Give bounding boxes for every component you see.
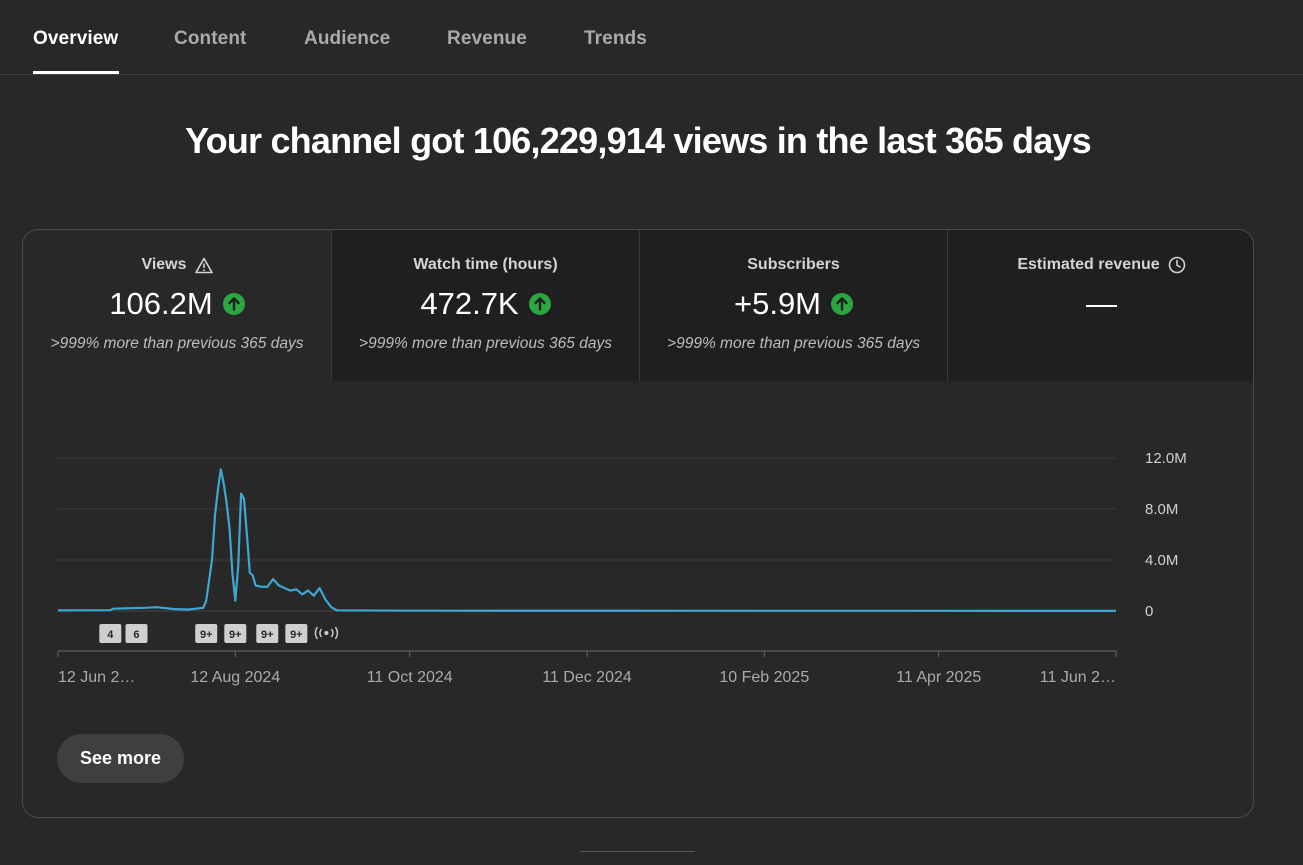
x-tick-label: 11 Dec 2024 <box>542 669 632 686</box>
tab-overview[interactable]: Overview <box>33 28 118 50</box>
metric-subscribers-value: +5.9M <box>733 286 822 321</box>
event-marker-label: 4 <box>107 629 114 641</box>
tab-content[interactable]: Content <box>174 28 246 50</box>
event-marker-label: 9+ <box>290 629 303 641</box>
views-chart[interactable]: 12.0M 8.0M 4.0M 0 12 Jun 2… 12 Aug 2024 11 Oct… <box>23 381 1254 701</box>
event-marker-label: 9+ <box>200 629 213 641</box>
live-icon-wave <box>330 628 334 638</box>
metric-views-comparison: >999% more than previous 365 days <box>50 335 304 352</box>
trend-up-icon <box>222 293 245 315</box>
metric-revenue-value-row: — <box>948 286 1253 322</box>
metric-label-row: Estimated revenue <box>948 256 1253 274</box>
event-marker-label: 9+ <box>261 629 274 641</box>
metric-label-row: Watch time (hours) <box>332 256 639 274</box>
tab-trends[interactable]: Trends <box>584 28 647 50</box>
y-tick-label: 8.0M <box>1145 501 1178 518</box>
metric-watch-time-comparison: >999% more than previous 365 days <box>359 335 612 352</box>
live-icon-wave <box>314 626 319 640</box>
trend-up-icon <box>528 293 551 315</box>
metric-watch-time-label: Watch time (hours) <box>413 256 558 273</box>
event-marker-label: 9+ <box>229 629 242 641</box>
metric-watch-time[interactable]: Watch time (hours) 472.7K >999% more tha… <box>331 230 639 381</box>
x-tick-label: 10 Feb 2025 <box>719 669 809 686</box>
warning-icon[interactable] <box>194 257 213 274</box>
live-icon-wave <box>334 626 339 640</box>
views-line-chart[interactable]: 12.0M 8.0M 4.0M 0 12 Jun 2… 12 Aug 2024 11 Oct… <box>23 381 1254 701</box>
x-tick-label: 11 Apr 2025 <box>896 669 981 686</box>
views-series-line <box>57 468 1117 612</box>
event-marker-label: 6 <box>133 629 139 641</box>
metric-estimated-revenue[interactable]: Estimated revenue — <box>947 230 1253 381</box>
tab-bar: Overview Content Audience Revenue Trends <box>0 0 1303 75</box>
x-tick-label: 12 Jun 2… <box>58 669 135 686</box>
y-tick-label: 12.0M <box>1145 450 1187 467</box>
metric-watch-time-value-row: 472.7K <box>332 286 639 322</box>
tab-audience[interactable]: Audience <box>304 28 390 50</box>
metric-subscribers-label: Subscribers <box>747 256 840 273</box>
clock-icon[interactable] <box>1168 256 1186 274</box>
overview-card: Views 106.2M >999% more than previous 36… <box>22 229 1254 818</box>
tab-revenue[interactable]: Revenue <box>447 28 527 50</box>
metric-label-row: Subscribers <box>640 256 947 274</box>
x-tick-label: 12 Aug 2024 <box>190 669 280 686</box>
metric-watch-time-value: 472.7K <box>420 286 519 321</box>
metric-views[interactable]: Views 106.2M >999% more than previous 36… <box>23 230 331 381</box>
x-tick-label: 11 Jun 2… <box>1040 669 1116 686</box>
active-tab-indicator <box>33 71 119 74</box>
metric-subscribers-value-row: +5.9M <box>640 286 947 322</box>
metric-revenue-value: — <box>1086 286 1117 321</box>
metric-views-value-row: 106.2M <box>23 286 331 322</box>
x-tick-label: 11 Oct 2024 <box>367 669 453 686</box>
live-icon-dot <box>324 631 329 635</box>
metric-subscribers-comparison: >999% more than previous 365 days <box>667 335 920 352</box>
live-broadcast-icon <box>314 626 339 640</box>
bottom-divider <box>580 851 695 852</box>
metric-views-label: Views <box>141 256 187 273</box>
live-icon-wave <box>319 628 322 638</box>
metric-label-row: Views <box>23 256 331 274</box>
y-tick-label: 0 <box>1145 603 1153 620</box>
y-tick-label: 4.0M <box>1145 552 1178 569</box>
metric-subscribers[interactable]: Subscribers +5.9M >999% more than previo… <box>639 230 947 381</box>
metric-revenue-label: Estimated revenue <box>1017 256 1160 273</box>
metric-views-value: 106.2M <box>109 286 213 321</box>
trend-up-icon <box>831 293 854 315</box>
page-headline: Your channel got 106,229,914 views in th… <box>185 120 1092 161</box>
see-more-button[interactable]: See more <box>57 734 184 783</box>
